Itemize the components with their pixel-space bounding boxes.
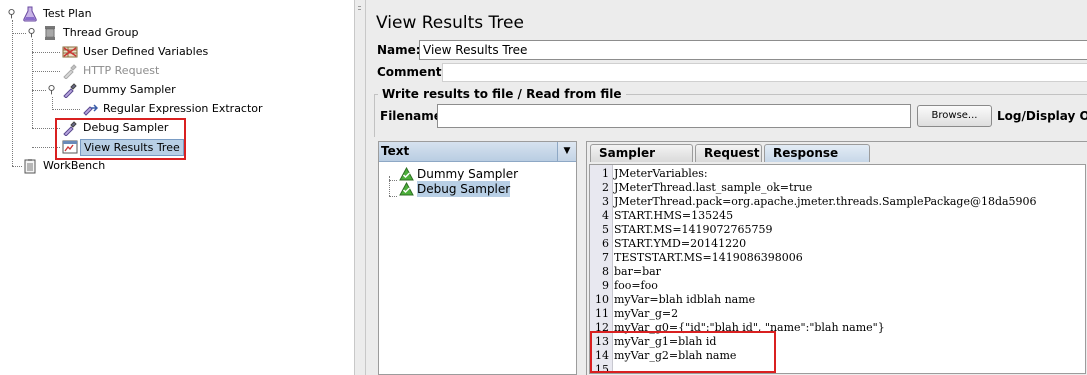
tree-item-thread-group[interactable]: Thread Group: [42, 24, 141, 42]
success-triangle-icon: [399, 181, 414, 196]
line-text: JMeterVariables:: [614, 167, 708, 180]
tab-response-data[interactable]: Response data: [764, 144, 870, 177]
tree-item-dummy-sampler[interactable]: Dummy Sampler: [62, 81, 179, 99]
line-number: 10: [595, 293, 609, 306]
result-item-dummy-sampler[interactable]: Dummy Sampler: [399, 166, 518, 182]
tree-connector: [32, 90, 46, 91]
tree-connector: [32, 71, 60, 72]
response-line: 5 START.MS=1419072765759: [590, 223, 1085, 237]
browse-button[interactable]: Browse...: [917, 105, 992, 127]
tree-connector: [32, 52, 60, 53]
annotation-highlight-box: [55, 118, 186, 160]
response-line: 11 myVar_g=2: [590, 307, 1085, 321]
line-text: START.MS=1419072765759: [614, 223, 773, 236]
view-results-tree-panel: View Results Tree Name: View Results Tre…: [366, 0, 1087, 375]
line-text: START.HMS=135245: [614, 209, 734, 222]
tree-connector: [12, 20, 13, 166]
response-line: 8 bar=bar: [590, 265, 1085, 279]
response-line: 3 JMeterThread.pack=org.apache.jmeter.thr…: [590, 195, 1085, 209]
divider-grip: [358, 6, 361, 7]
comments-field[interactable]: [442, 63, 1087, 82]
variables-icon: [62, 44, 78, 60]
tree-item-regex-extractor[interactable]: Regular Expression Extractor: [82, 100, 266, 118]
extractor-icon: [82, 101, 99, 117]
response-line: 9 foo=foo: [590, 279, 1085, 293]
line-number: 5: [602, 223, 609, 236]
flask-icon: [22, 6, 38, 22]
line-number: 7: [602, 251, 609, 264]
tree-connector: [389, 196, 397, 197]
test-plan-tree[interactable]: ⚲ ⚲ ⚲ Test Plan Thread Group User Define…: [0, 0, 355, 375]
tree-item-user-defined-variables[interactable]: User Defined Variables: [62, 43, 211, 61]
line-text: bar=bar: [614, 265, 661, 278]
line-number: 9: [602, 279, 609, 292]
split-pane-divider[interactable]: [355, 0, 366, 375]
tree-connector: [389, 180, 397, 181]
line-text: JMeterThread.pack=org.apache.jmeter.thre…: [614, 195, 1037, 208]
result-item-label: Debug Sampler: [417, 181, 511, 197]
tree-connector: [389, 176, 390, 196]
success-triangle-icon: [399, 166, 414, 181]
line-text: myVar_g=2: [614, 307, 679, 320]
line-number: 6: [602, 237, 609, 250]
name-label: Name:: [377, 43, 421, 57]
page-title: View Results Tree: [376, 13, 524, 33]
response-data-text[interactable]: 1 JMeterVariables: 2 JMeterThread.last_samp…: [589, 164, 1086, 374]
chevron-down-icon[interactable]: ▼: [557, 142, 576, 161]
tree-item-label: Dummy Sampler: [83, 83, 176, 96]
line-text: JMeterThread.last_sample_ok=true: [614, 181, 813, 194]
log-display-only-label[interactable]: Log/Display Only: [997, 109, 1087, 123]
line-number: 1: [602, 167, 609, 180]
renderer-selected-value: Text: [381, 144, 410, 158]
line-number: 3: [602, 195, 609, 208]
response-line: 10 myVar=blah idblah name: [590, 293, 1085, 307]
tree-connector: [52, 109, 80, 110]
line-text: START.YMD=20141220: [614, 237, 747, 250]
collapse-toggle-icon[interactable]: ⚲: [47, 84, 56, 95]
line-text: TESTSTART.MS=1419086398006: [614, 251, 803, 264]
line-number: 4: [602, 209, 609, 222]
line-number: 2: [602, 181, 609, 194]
tree-item-test-plan[interactable]: Test Plan: [22, 5, 95, 23]
collapse-toggle-icon[interactable]: ⚲: [27, 27, 36, 38]
write-results-group-title: Write results to file / Read from file: [378, 87, 626, 101]
filename-label: Filename: [380, 109, 442, 123]
pipette-icon: [62, 63, 78, 80]
result-detail-tabs: Sampler result Request Response data 1 JM…: [586, 141, 1087, 375]
tab-request[interactable]: Request: [695, 144, 762, 162]
line-number: 8: [602, 265, 609, 278]
sample-results-list[interactable]: Text ▼ Dummy Sampler Debug Sampler: [378, 141, 577, 375]
response-line: 1 JMeterVariables:: [590, 167, 1085, 181]
response-line: 7 TESTSTART.MS=1419086398006: [590, 251, 1085, 265]
name-field[interactable]: View Results Tree: [419, 40, 1087, 60]
response-line: 4 START.HMS=135245: [590, 209, 1085, 223]
tree-item-label: Test Plan: [43, 7, 92, 20]
tab-sampler-result[interactable]: Sampler result: [590, 144, 693, 177]
tree-connector: [12, 33, 26, 34]
tree-item-label: Regular Expression Extractor: [103, 102, 263, 115]
collapse-toggle-icon[interactable]: ⚲: [7, 8, 16, 19]
annotation-highlight-box: [590, 331, 776, 373]
divider-grip: [358, 9, 361, 10]
tree-item-label: Thread Group: [63, 26, 139, 39]
clipboard-icon: [22, 158, 38, 174]
spool-icon: [42, 25, 58, 41]
result-item-debug-sampler[interactable]: Debug Sampler: [399, 181, 511, 197]
response-line: 6 START.YMD=20141220: [590, 237, 1085, 251]
pipette-icon: [62, 82, 78, 99]
tree-item-http-request[interactable]: HTTP Request: [62, 62, 162, 80]
result-item-label: Dummy Sampler: [417, 167, 519, 181]
filename-field[interactable]: [437, 104, 911, 128]
line-text: myVar=blah idblah name: [614, 293, 756, 306]
line-number: 11: [595, 307, 609, 320]
renderer-select[interactable]: Text ▼: [379, 142, 576, 162]
line-text: foo=foo: [614, 279, 658, 292]
tree-item-label: HTTP Request: [83, 64, 160, 77]
response-line: 2 JMeterThread.last_sample_ok=true: [590, 181, 1085, 195]
tree-connector: [12, 166, 22, 167]
tree-item-label: User Defined Variables: [83, 45, 209, 58]
